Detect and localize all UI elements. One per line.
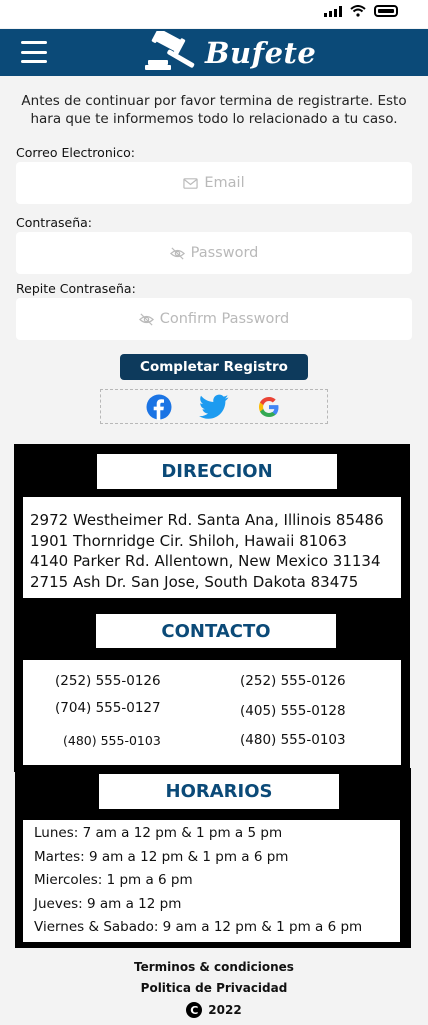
confirm-password-label: Repite Contraseña:: [16, 281, 136, 296]
email-placeholder: Email: [204, 175, 245, 191]
copyright: C 2022: [0, 1002, 428, 1018]
facebook-login-button[interactable]: [143, 391, 175, 423]
twitter-login-button[interactable]: [198, 391, 230, 423]
address-line: 2972 Westheimer Rd. Santa Ana, Illinois …: [30, 511, 384, 529]
menu-bar: [21, 50, 47, 54]
complete-registration-button[interactable]: Completar Registro: [120, 354, 308, 380]
password-label: Contraseña:: [16, 215, 92, 230]
phone-number[interactable]: (252) 555-0126: [240, 673, 346, 689]
copyright-year: 2022: [208, 1003, 242, 1017]
direccion-card: 2972 Westheimer Rd. Santa Ana, Illinois …: [23, 497, 401, 598]
address-line: 1901 Thornridge Cir. Shiloh, Hawaii 8106…: [30, 531, 347, 550]
google-icon: [259, 396, 279, 417]
address-line: 4140 Parker Rd. Allentown, New Mexico 31…: [30, 552, 381, 570]
status-icons: [324, 5, 398, 17]
eye-slash-icon: [169, 246, 185, 260]
phone-number[interactable]: (405) 555-0128: [240, 703, 346, 719]
brand-logo[interactable]: Bufete: [143, 31, 316, 75]
email-field[interactable]: Email: [16, 162, 412, 204]
status-bar: [0, 0, 428, 28]
eye-slash-icon: [138, 312, 154, 326]
intro-text: Antes de continuar por favor termina de …: [21, 93, 407, 127]
hours-line: Lunes: 7 am a 12 pm & 1 pm a 5 pm: [34, 825, 283, 841]
contacto-title: CONTACTO: [96, 614, 336, 648]
phone-number[interactable]: (480) 555-0103: [63, 733, 161, 748]
copyright-icon: C: [186, 1002, 203, 1018]
twitter-icon: [198, 394, 229, 419]
confirm-password-placeholder: Confirm Password: [159, 311, 290, 327]
password-placeholder: Password: [190, 245, 259, 261]
contacto-section: CONTACTO (252) 555-0126 (252) 555-0126 (…: [14, 606, 410, 772]
address-line: 2715 Ash Dr. San Jose, South Dakota 8347…: [30, 572, 359, 591]
menu-button[interactable]: [21, 41, 47, 63]
hours-line: Miercoles: 1 pm a 6 pm: [34, 872, 193, 888]
gavel-icon: [145, 31, 195, 70]
hours-line: Viernes & Sabado: 9 am a 12 pm & 1 pm a …: [34, 919, 363, 935]
facebook-icon: [146, 394, 172, 420]
direccion-section: DIRECCION 2972 Westheimer Rd. Santa Ana,…: [14, 444, 410, 622]
horarios-card: Lunes: 7 am a 12 pm & 1 pm a 5 pm Martes…: [23, 820, 400, 942]
horarios-title: HORARIOS: [99, 774, 339, 809]
email-label: Correo Electronico:: [16, 145, 135, 160]
phone-number[interactable]: (252) 555-0126: [55, 673, 161, 689]
terms-link[interactable]: Terminos & condiciones: [0, 957, 428, 978]
hours-line: Jueves: 9 am a 12 pm: [34, 895, 182, 912]
top-navbar: Bufete: [0, 29, 428, 76]
direccion-title: DIRECCION: [97, 454, 337, 489]
confirm-password-field[interactable]: Confirm Password: [16, 298, 412, 340]
privacy-link[interactable]: Politica de Privacidad: [0, 978, 428, 999]
battery-icon: [374, 5, 398, 17]
contacto-card: (252) 555-0126 (252) 555-0126 (704) 555-…: [23, 660, 401, 765]
hours-line: Martes: 9 am a 12 pm & 1 pm a 6 pm: [34, 848, 289, 865]
phone-number[interactable]: (704) 555-0127: [55, 700, 161, 716]
menu-bar: [21, 41, 47, 44]
envelope-icon: [183, 177, 199, 189]
footer: Terminos & condiciones Politica de Priva…: [0, 957, 428, 1018]
horarios-section: HORARIOS Lunes: 7 am a 12 pm & 1 pm a 5 …: [15, 768, 411, 948]
password-field[interactable]: Password: [16, 232, 412, 274]
signal-icon: [324, 5, 342, 17]
brand-name: Bufete: [205, 36, 317, 70]
menu-bar: [21, 60, 47, 63]
phone-number[interactable]: (480) 555-0103: [240, 732, 346, 748]
google-login-button[interactable]: [253, 391, 285, 423]
wifi-icon: [350, 5, 366, 17]
social-login-group: [100, 389, 328, 424]
